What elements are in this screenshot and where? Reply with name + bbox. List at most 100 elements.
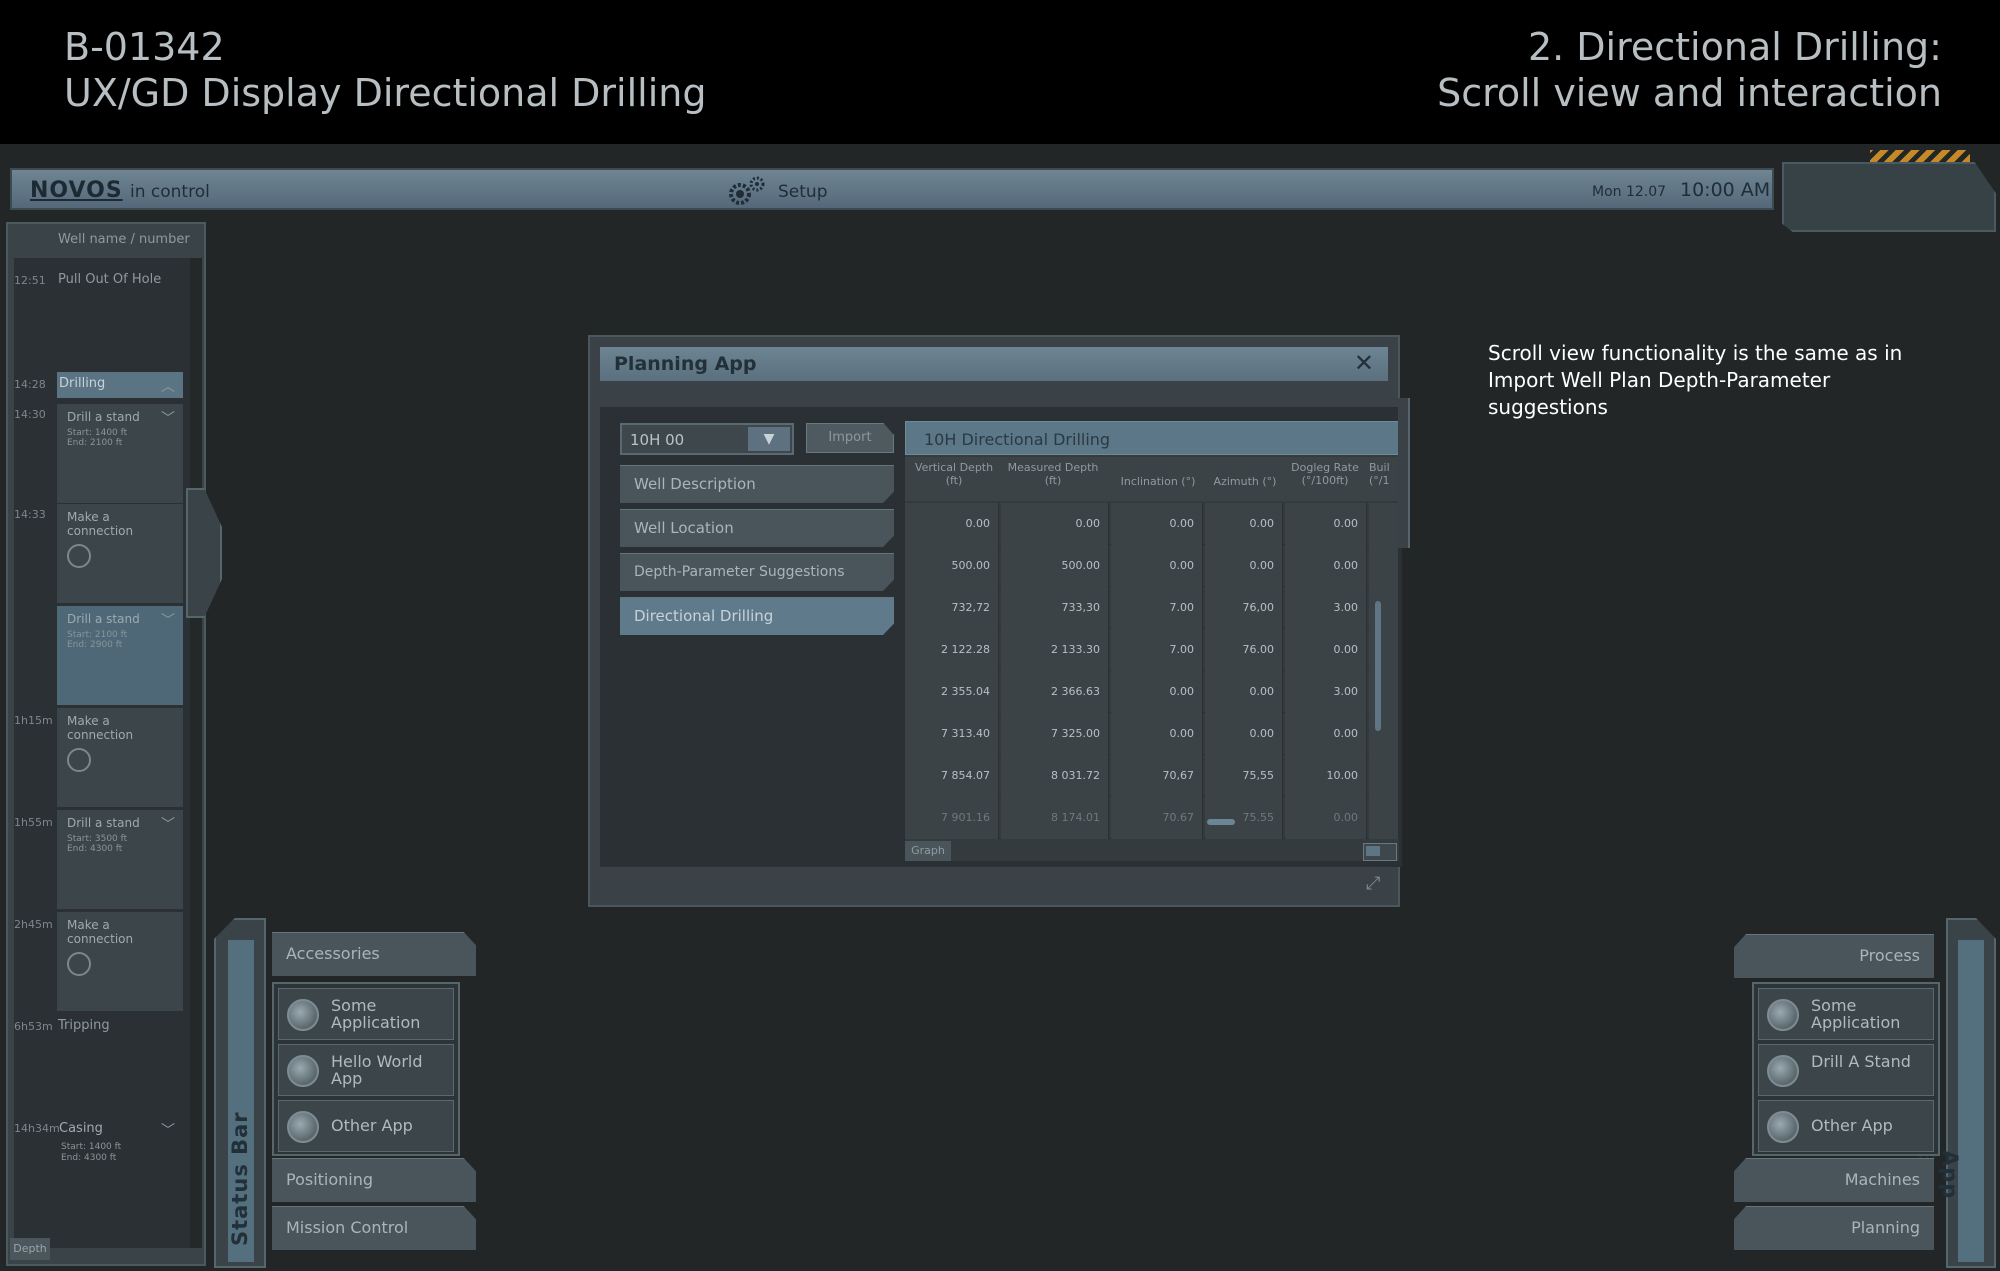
table-cell: 2 122.28 <box>905 629 999 671</box>
chevron-down-icon[interactable]: ﹀ <box>161 814 175 834</box>
table-row[interactable]: 2 122.28 2 133.30 7.00 76.00 0.00 <box>905 629 1399 671</box>
table-cell <box>1369 545 1399 587</box>
phase-label: Drilling <box>59 376 106 391</box>
nav-depth-parameter-suggestions[interactable]: Depth-Parameter Suggestions <box>620 553 894 591</box>
column-header-line: Azimuth (°) <box>1213 475 1277 488</box>
timeline-phase-tripping[interactable]: Tripping <box>58 1018 110 1033</box>
window-title: Planning App <box>614 353 757 375</box>
step-end: End: 4300 ft <box>61 1153 117 1163</box>
table-cell: 7 901.16 <box>905 797 999 839</box>
gear-icon[interactable] <box>724 175 768 207</box>
import-button[interactable]: Import <box>806 423 894 453</box>
table-cell: 75.55 <box>1205 797 1283 839</box>
table-horizontal-scrollbar[interactable] <box>1207 819 1235 825</box>
app-item-some-application[interactable]: Some Application <box>278 988 454 1040</box>
view-toggle-button[interactable] <box>1363 843 1397 861</box>
nav-directional-drilling[interactable]: Directional Drilling <box>620 597 894 635</box>
positioning-button[interactable]: Positioning <box>272 1158 476 1202</box>
app-item-other-app[interactable]: Other App <box>1758 1100 1934 1152</box>
timeline-step-connection[interactable]: Make a connection <box>57 708 183 808</box>
setup-button[interactable]: Setup <box>778 182 827 202</box>
table-cell <box>1369 713 1399 755</box>
table-cell <box>1369 797 1399 839</box>
window-titlebar[interactable]: Planning App ✕ <box>600 347 1388 381</box>
nav-well-description[interactable]: Well Description <box>620 465 894 503</box>
column-header-line: Inclination (°) <box>1120 475 1196 488</box>
well-select-dropdown[interactable]: 10H 00 ▼ <box>620 423 794 455</box>
mission-control-button[interactable]: Mission Control <box>272 1206 476 1250</box>
globe-icon <box>287 999 319 1031</box>
table-row[interactable]: 2 355.04 2 366.63 0.00 0.00 3.00 <box>905 671 1399 713</box>
chevron-down-icon[interactable]: ﹀ <box>161 408 175 428</box>
table-cell: 2 133.30 <box>1001 629 1109 671</box>
table-cell: 0.00 <box>1111 503 1203 545</box>
planning-button[interactable]: Planning <box>1734 1206 1934 1250</box>
column-header-measured-depth[interactable]: Measured Depth (ft) <box>1001 461 1105 487</box>
graph-tab[interactable]: Graph <box>905 841 951 861</box>
table-cell: 7 313.40 <box>905 713 999 755</box>
timeline-phase-pooh[interactable]: Pull Out Of Hole <box>58 272 161 287</box>
table-cell: 0.00 <box>1205 545 1283 587</box>
close-icon[interactable]: ✕ <box>1354 349 1374 377</box>
column-header-build-rate[interactable]: Buil (°/1 <box>1369 461 1399 487</box>
process-button[interactable]: Process <box>1734 934 1934 978</box>
app-item-other-app[interactable]: Other App <box>278 1100 454 1152</box>
accessories-button[interactable]: Accessories <box>272 932 476 976</box>
column-header-inclination[interactable]: Inclination (°) <box>1111 475 1205 488</box>
document-header: B-01342 UX/GD Display Directional Drilli… <box>0 0 2000 144</box>
nav-well-location[interactable]: Well Location <box>620 509 894 547</box>
table-row[interactable]: 500.00 500.00 0.00 0.00 0.00 <box>905 545 1399 587</box>
table-body[interactable]: 0.00 0.00 0.00 0.00 0.00 500.00 500.00 0.00 0.00… <box>905 503 1399 841</box>
table-row[interactable]: 732,72 733,30 7.00 76,00 3.00 <box>905 587 1399 629</box>
column-header-dogleg-rate[interactable]: Dogleg Rate (°/100ft) <box>1285 461 1365 487</box>
chevron-down-icon[interactable]: ﹀ <box>161 610 175 630</box>
table-row[interactable]: 7 901.16 8 174.01 70.67 75.55 0.00 <box>905 797 1399 839</box>
timeline-scrollbar[interactable] <box>190 258 202 1248</box>
timeline-step-connection[interactable]: Make a connection <box>57 912 183 1012</box>
app-item-some-application[interactable]: Some Application <box>1758 988 1934 1040</box>
expand-icon[interactable]: ⤢ <box>1366 873 1388 895</box>
table-vertical-scrollbar[interactable] <box>1375 601 1381 731</box>
column-header-vertical-depth[interactable]: Vertical Depth (ft) <box>911 461 997 487</box>
timeline-phase-casing[interactable]: Casing ﹀ Start: 1400 ft End: 4300 ft <box>57 1116 183 1176</box>
table-header: Vertical Depth (ft) Measured Depth (ft) … <box>905 457 1399 501</box>
depth-toggle[interactable]: Depth <box>10 1238 50 1260</box>
machines-button[interactable]: Machines <box>1734 1158 1934 1202</box>
date-display: Mon 12.07 <box>1592 184 1667 200</box>
table-cell: 0.00 <box>1205 503 1283 545</box>
table-cell: 76,00 <box>1205 587 1283 629</box>
app-name: Hello World App <box>331 1052 423 1088</box>
chevron-down-icon[interactable]: ﹀ <box>161 1120 175 1140</box>
brand-tagline: in control <box>130 182 210 202</box>
status-app-list: Some Application Hello World App Other A… <box>272 982 460 1156</box>
column-header-line: Measured Depth <box>1007 461 1099 474</box>
globe-icon <box>287 1055 319 1087</box>
timeline-step-drill-stand[interactable]: Drill a stand ﹀ Start: 3500 ft End: 4300… <box>57 810 183 910</box>
document-id: B-01342 <box>64 25 225 69</box>
globe-icon <box>1767 1055 1799 1087</box>
top-bar: NOVOS in control Setup Mon 12.07 10:00 A… <box>10 168 1774 210</box>
table-cell: 0.00 <box>1111 713 1203 755</box>
chevron-up-icon[interactable]: ︿ <box>161 376 175 396</box>
app-item-drill-a-stand[interactable]: Drill A Stand <box>1758 1044 1934 1096</box>
app-item-hello-world[interactable]: Hello World App <box>278 1044 454 1096</box>
window-side-grip[interactable] <box>1398 398 1410 548</box>
timeline-phase-drilling[interactable]: Drilling ︿ <box>57 372 183 398</box>
app-bar-rail[interactable] <box>1946 918 1996 1268</box>
step-start: Start: 1400 ft <box>61 1142 122 1152</box>
chevron-down-icon[interactable]: ▼ <box>748 427 790 451</box>
table-row[interactable]: 7 313.40 7 325.00 0.00 0.00 0.00 <box>905 713 1399 755</box>
table-row[interactable]: 0.00 0.00 0.00 0.00 0.00 <box>905 503 1399 545</box>
table-cell: 0.00 <box>1205 671 1283 713</box>
step-title: Make a connection <box>67 714 134 742</box>
timeline-step-drill-stand[interactable]: Drill a stand ﹀ Start: 1400 ft End: 2100… <box>57 404 183 504</box>
timeline-step-drill-stand-selected[interactable]: Drill a stand ﹀ Start: 2100 ft End: 2900… <box>57 606 183 706</box>
column-header-azimuth[interactable]: Azimuth (°) <box>1205 475 1285 488</box>
table-cell: 0.00 <box>1285 545 1367 587</box>
table-cell: 0.00 <box>1285 713 1367 755</box>
table-row[interactable]: 7 854.07 8 031.72 70,67 75,55 10.00 <box>905 755 1399 797</box>
table-cell: 0.00 <box>1205 713 1283 755</box>
table-cell <box>1369 587 1399 629</box>
timeline-step-connection[interactable]: Make a connection <box>57 504 183 604</box>
app-name: Some Application <box>1811 996 1901 1032</box>
